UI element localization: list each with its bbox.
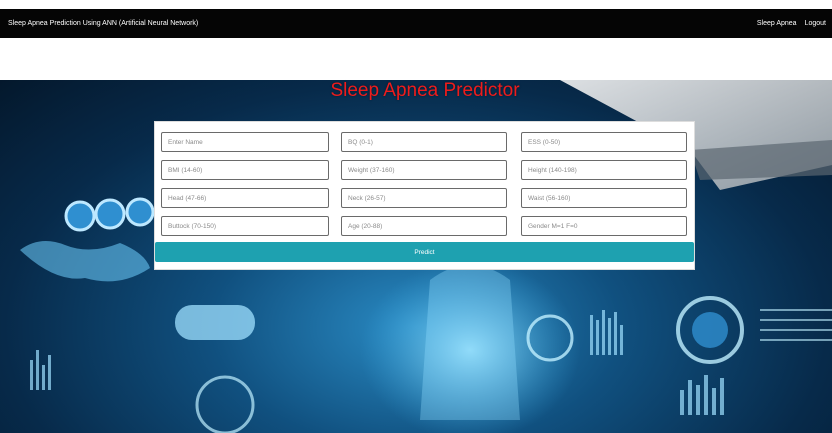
weight-input[interactable] [341, 160, 507, 180]
gender-input[interactable] [521, 216, 687, 236]
name-input[interactable] [161, 132, 329, 152]
page-title: Sleep Apnea Predictor [330, 80, 520, 101]
app-title: Sleep Apnea Prediction Using ANN (Artifi… [8, 20, 199, 27]
top-navbar: Sleep Apnea Prediction Using ANN (Artifi… [0, 9, 832, 38]
waist-input[interactable] [521, 188, 687, 208]
predict-button[interactable]: Predict [155, 242, 694, 262]
bq-input[interactable] [341, 132, 507, 152]
age-input[interactable] [341, 216, 507, 236]
nav-links: Sleep Apnea Logout [757, 20, 826, 27]
prediction-form-card: Predict [154, 121, 695, 270]
buttock-input[interactable] [161, 216, 329, 236]
nav-link-logout[interactable]: Logout [805, 20, 826, 27]
nav-link-sleep-apnea[interactable]: Sleep Apnea [757, 20, 797, 27]
ess-input[interactable] [521, 132, 687, 152]
height-input[interactable] [521, 160, 687, 180]
head-input[interactable] [161, 188, 329, 208]
neck-input[interactable] [341, 188, 507, 208]
bmi-input[interactable] [161, 160, 329, 180]
